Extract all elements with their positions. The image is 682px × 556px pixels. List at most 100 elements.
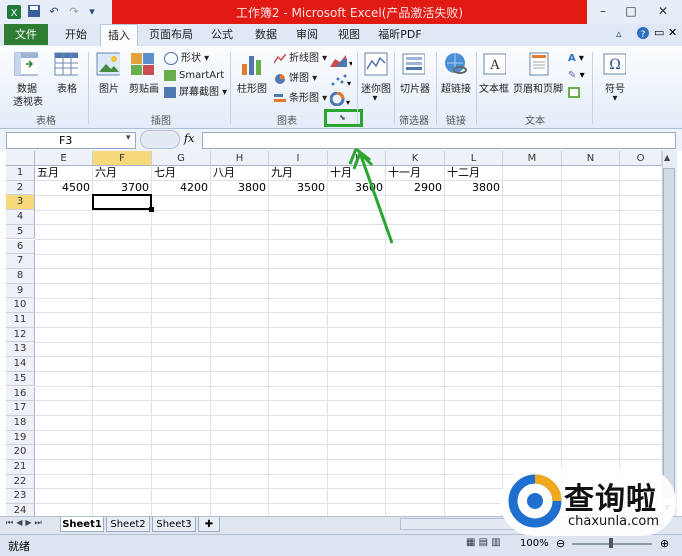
sheet-navigation-icons[interactable]: ⏮◀▶⏭	[6, 518, 45, 528]
tab-home[interactable]: 开始	[56, 24, 96, 45]
scatter-chart-button[interactable]: ▾	[330, 73, 352, 90]
close-button[interactable]: ✕	[648, 2, 678, 20]
textbox-button[interactable]: A	[482, 52, 507, 79]
clipart-button[interactable]	[130, 52, 154, 79]
row-header[interactable]: 2	[6, 180, 35, 196]
row-header[interactable]: 6	[6, 239, 35, 255]
pivot-table-button[interactable]	[14, 52, 44, 79]
maximize-button[interactable]: □	[620, 2, 642, 20]
save-icon[interactable]	[26, 4, 42, 20]
column-header[interactable]: I	[269, 151, 328, 166]
column-header[interactable]: E	[35, 151, 93, 166]
close-workbook-icon[interactable]: ✕	[668, 26, 677, 39]
hyperlink-button[interactable]	[443, 52, 467, 79]
shapes-button[interactable]: 形状 ▾	[164, 51, 209, 67]
line-chart-button[interactable]: 折线图 ▾	[273, 51, 327, 67]
cell-I2[interactable]: 3500	[269, 181, 325, 195]
name-box[interactable]: F3	[6, 132, 136, 149]
sheet-tab-3[interactable]: Sheet3	[152, 517, 196, 532]
row-header[interactable]: 14	[6, 357, 35, 372]
sparkline-button[interactable]	[364, 52, 388, 79]
row-header[interactable]: 21	[6, 460, 35, 475]
column-header[interactable]: H	[211, 151, 269, 166]
sparkline-dropdown-icon[interactable]: ▾	[370, 93, 380, 104]
row-header[interactable]: 23	[6, 489, 35, 505]
redo-icon[interactable]: ↷	[66, 4, 82, 20]
customize-quick-access-icon[interactable]: ▾	[84, 4, 100, 20]
cell-H1[interactable]: 八月	[213, 166, 235, 180]
cell-F1[interactable]: 六月	[95, 166, 117, 180]
tab-file[interactable]: 文件	[4, 24, 48, 45]
row-header[interactable]: 20	[6, 445, 35, 460]
row-header[interactable]: 16	[6, 386, 35, 402]
tab-insert[interactable]: 插入	[100, 24, 138, 47]
sheet-tab-1[interactable]: Sheet1	[60, 517, 104, 532]
column-header[interactable]: N	[562, 151, 620, 166]
screenshot-button[interactable]: 屏幕截图 ▾	[164, 85, 227, 101]
column-header-selected[interactable]: F	[93, 151, 152, 166]
tab-view[interactable]: 视图	[332, 24, 366, 45]
cell-L2[interactable]: 3800	[445, 181, 500, 195]
row-header[interactable]: 22	[6, 474, 35, 490]
name-box-dropdown-icon[interactable]: ▾	[126, 133, 131, 143]
table-button[interactable]	[54, 52, 80, 79]
zoom-in-icon[interactable]: ⊕	[660, 537, 669, 550]
help-icon[interactable]: ?	[636, 26, 650, 43]
minimize-ribbon-icon[interactable]: ▵	[616, 27, 622, 40]
row-header[interactable]: 24	[6, 504, 35, 516]
sheet-tab-2[interactable]: Sheet2	[106, 517, 150, 532]
tab-data[interactable]: 数据	[248, 24, 284, 45]
formula-input[interactable]	[202, 132, 676, 149]
insert-function-icon[interactable]: fx	[184, 132, 194, 145]
zoom-slider-thumb[interactable]	[609, 538, 613, 548]
column-chart-button[interactable]	[240, 52, 264, 79]
tab-formulas[interactable]: 公式	[204, 24, 240, 45]
minimize-button[interactable]: –	[592, 2, 614, 20]
restore-window-icon[interactable]: ▭	[654, 26, 664, 39]
undo-icon[interactable]: ↶	[46, 4, 62, 20]
column-header[interactable]: L	[445, 151, 503, 166]
row-header[interactable]: 15	[6, 371, 35, 387]
row-header[interactable]: 4	[6, 210, 35, 225]
cell-G1[interactable]: 七月	[154, 166, 176, 180]
cell-F2[interactable]: 3700	[93, 181, 149, 195]
row-header[interactable]: 19	[6, 430, 35, 446]
slicer-button[interactable]	[401, 52, 426, 79]
zoom-out-icon[interactable]: ⊖	[556, 537, 565, 550]
chart-dialog-launcher-icon[interactable]: ⬊	[339, 113, 346, 122]
view-mode-icons[interactable]: ▦ ▤ ▥	[466, 537, 501, 548]
formula-bar-splitter[interactable]	[140, 130, 180, 149]
column-header[interactable]: M	[503, 151, 562, 166]
tab-foxit-pdf[interactable]: 福昕PDF	[372, 24, 428, 45]
zoom-level[interactable]: 100%	[520, 538, 549, 549]
row-header[interactable]: 18	[6, 415, 35, 431]
row-header[interactable]: 10	[6, 298, 35, 313]
object-button[interactable]	[568, 87, 580, 101]
smartart-button[interactable]: SmartArt	[164, 68, 224, 84]
spreadsheet-grid[interactable]: E F G H I J K L M N O 1 2 3 4 5 6 7 8 9 …	[6, 151, 662, 516]
cell-L1[interactable]: 十二月	[447, 166, 480, 180]
row-header[interactable]: 17	[6, 401, 35, 416]
pie-chart-button[interactable]: 饼图 ▾	[274, 71, 317, 87]
other-charts-button[interactable]: ▾	[329, 91, 352, 109]
cell-E1[interactable]: 五月	[37, 166, 59, 180]
symbol-dropdown-icon[interactable]: ▾	[610, 93, 620, 104]
row-header[interactable]: 5	[6, 224, 35, 240]
signature-line-button[interactable]: ✎ ▾	[568, 70, 585, 81]
symbol-button[interactable]: Ω	[602, 52, 627, 79]
picture-button[interactable]	[96, 52, 122, 79]
row-header[interactable]: 8	[6, 268, 35, 284]
column-header[interactable]: G	[152, 151, 211, 166]
cell-I1[interactable]: 九月	[271, 166, 293, 180]
row-header[interactable]: 9	[6, 283, 35, 299]
row-header[interactable]: 7	[6, 254, 35, 269]
selected-cell-border[interactable]	[92, 194, 152, 210]
tab-review[interactable]: 审阅	[290, 24, 324, 45]
cell-H2[interactable]: 3800	[211, 181, 266, 195]
cell-E2[interactable]: 4500	[35, 181, 90, 195]
bar-chart-button[interactable]: 条形图 ▾	[274, 91, 327, 107]
row-header[interactable]: 13	[6, 342, 35, 358]
row-header[interactable]: 12	[6, 327, 35, 343]
header-footer-button[interactable]	[526, 52, 550, 79]
row-header-selected[interactable]: 3	[6, 195, 35, 211]
